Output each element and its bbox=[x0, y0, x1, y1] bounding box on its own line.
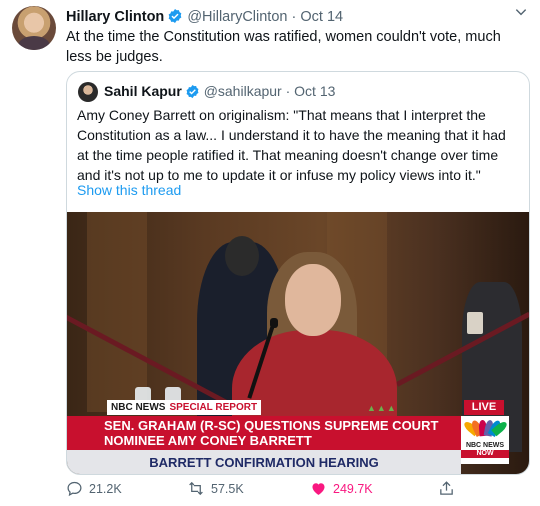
avatar-figure bbox=[18, 36, 50, 50]
speaker-face bbox=[285, 264, 341, 336]
quoted-header: Sahil Kapur @sahilkapur · Oct 13 bbox=[104, 83, 335, 102]
quoted-author-handle: @sahilkapur bbox=[203, 83, 282, 99]
tweet-header: Hillary Clinton @HillaryClinton · Oct 14 bbox=[66, 8, 343, 28]
separator-dot: · bbox=[285, 83, 291, 99]
coffee-cup bbox=[467, 312, 483, 334]
wall-panel bbox=[87, 212, 147, 412]
reply-button[interactable]: 21.2K bbox=[66, 480, 122, 497]
network-tag: NBC NEWS SPECIAL REPORT bbox=[107, 400, 262, 415]
retweet-button[interactable]: 57.5K bbox=[187, 480, 244, 497]
quoted-author-avatar bbox=[78, 82, 98, 102]
reply-count: 21.2K bbox=[89, 481, 122, 496]
special-report-label: SPECIAL REPORT bbox=[169, 402, 258, 413]
chyron-banner: SEN. GRAHAM (R-SC) QUESTIONS SUPREME COU… bbox=[67, 416, 461, 450]
tweet-actions: 21.2K 57.5K 249.7K bbox=[66, 480, 526, 502]
verified-badge-icon bbox=[185, 84, 200, 102]
retweet-icon bbox=[187, 480, 205, 497]
microphone-head bbox=[270, 318, 278, 328]
quoted-tweet[interactable]: Sahil Kapur @sahilkapur · Oct 13 Amy Con… bbox=[66, 71, 530, 475]
tweet-text: At the time the Constitution was ratifie… bbox=[66, 29, 501, 65]
separator-dot: · bbox=[291, 9, 297, 25]
verified-badge-icon bbox=[167, 8, 183, 28]
author-name[interactable]: Hillary Clinton bbox=[66, 9, 164, 25]
like-count: 249.7K bbox=[333, 481, 373, 496]
network-name: NBC NEWS bbox=[111, 402, 166, 413]
background-person-head bbox=[225, 236, 259, 276]
chyron-line-2: NOMINEE AMY CONEY BARRETT bbox=[104, 433, 312, 448]
chevron-down-icon[interactable] bbox=[514, 5, 528, 22]
quoted-date: Oct 13 bbox=[294, 83, 336, 99]
reply-icon bbox=[66, 480, 83, 497]
chyron-line-1: SEN. GRAHAM (R-SC) QUESTIONS SUPREME COU… bbox=[104, 418, 439, 433]
quoted-text: Amy Coney Barrett on originalism: "That … bbox=[77, 107, 506, 183]
author-handle[interactable]: @HillaryClinton bbox=[187, 9, 287, 25]
share-icon bbox=[438, 480, 455, 497]
tweet[interactable]: Hillary Clinton @HillaryClinton · Oct 14… bbox=[0, 0, 540, 506]
logo-network-name: NBC NEWS bbox=[465, 442, 505, 449]
logo-now: NOW bbox=[461, 450, 509, 458]
live-badge: LIVE bbox=[464, 400, 504, 415]
retweet-count: 57.5K bbox=[211, 481, 244, 496]
video-thumbnail[interactable]: NBC NEWS SPECIAL REPORT ▲▲▲ LIVE SEN. GR… bbox=[67, 212, 529, 474]
tweet-date[interactable]: Oct 14 bbox=[300, 9, 343, 25]
like-heart-icon bbox=[310, 480, 327, 497]
author-avatar[interactable] bbox=[12, 6, 56, 50]
show-thread-link[interactable]: Show this thread bbox=[77, 182, 181, 198]
share-button[interactable] bbox=[438, 480, 455, 497]
ticker-dots: ▲▲▲ bbox=[367, 403, 397, 413]
like-button[interactable]: 249.7K bbox=[310, 480, 373, 497]
nbc-peacock-icon: NBC NEWS NOW bbox=[461, 416, 509, 464]
chyron-subheadline: BARRETT CONFIRMATION HEARING bbox=[67, 450, 461, 474]
quoted-author-name: Sahil Kapur bbox=[104, 83, 182, 99]
